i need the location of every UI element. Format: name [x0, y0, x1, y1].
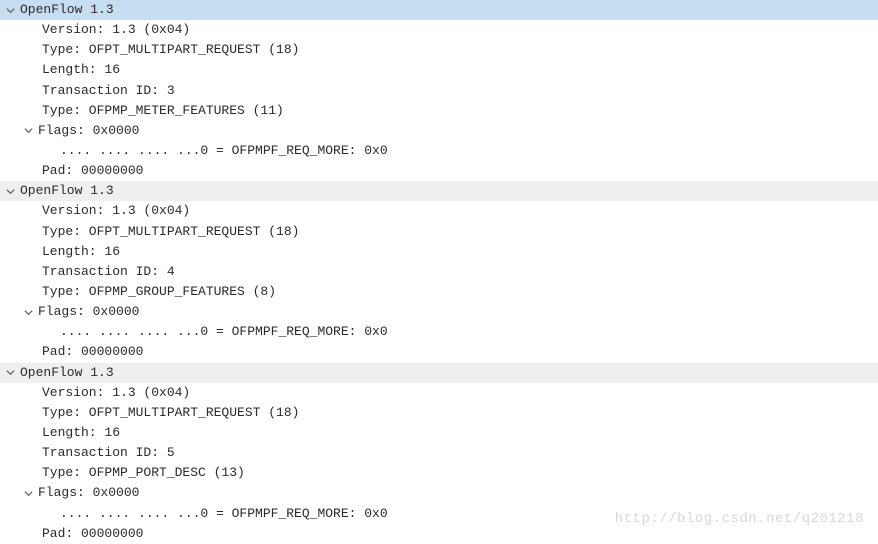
field-text: Type: OFPMP_GROUP_FEATURES (8): [42, 284, 276, 299]
field-length[interactable]: Length: 16: [0, 423, 878, 443]
field-version[interactable]: Version: 1.3 (0x04): [0, 383, 878, 403]
field-pad[interactable]: Pad: 00000000: [0, 161, 878, 181]
field-type[interactable]: Type: OFPT_MULTIPART_REQUEST (18): [0, 403, 878, 423]
packet-header-label: OpenFlow 1.3: [20, 0, 114, 20]
field-text: Version: 1.3 (0x04): [42, 22, 190, 37]
field-text: .... .... .... ...0 = OFPMPF_REQ_MORE: 0…: [60, 324, 388, 339]
field-length[interactable]: Length: 16: [0, 60, 878, 80]
field-text: Version: 1.3 (0x04): [42, 385, 190, 400]
field-multipart-type[interactable]: Type: OFPMP_PORT_DESC (13): [0, 463, 878, 483]
field-text: Flags: 0x0000: [38, 121, 139, 141]
packet-header[interactable]: OpenFlow 1.3: [0, 0, 878, 20]
field-text: Length: 16: [42, 244, 120, 259]
chevron-down-icon: [4, 187, 16, 196]
field-text: Length: 16: [42, 425, 120, 440]
field-text: Pad: 00000000: [42, 344, 143, 359]
field-length[interactable]: Length: 16: [0, 242, 878, 262]
field-text: Type: OFPMP_PORT_DESC (13): [42, 465, 245, 480]
chevron-down-icon: [22, 489, 34, 498]
field-type[interactable]: Type: OFPT_MULTIPART_REQUEST (18): [0, 222, 878, 242]
packet-header-label: OpenFlow 1.3: [20, 363, 114, 383]
chevron-down-icon: [4, 368, 16, 377]
chevron-down-icon: [22, 308, 34, 317]
field-text: Type: OFPMP_METER_FEATURES (11): [42, 103, 284, 118]
field-text: Transaction ID: 4: [42, 264, 175, 279]
chevron-down-icon: [22, 126, 34, 135]
field-pad[interactable]: Pad: 00000000: [0, 342, 878, 362]
field-text: Pad: 00000000: [42, 526, 143, 541]
field-version[interactable]: Version: 1.3 (0x04): [0, 20, 878, 40]
packet-header-label: OpenFlow 1.3: [20, 181, 114, 201]
field-text: Version: 1.3 (0x04): [42, 203, 190, 218]
field-flags[interactable]: Flags: 0x0000: [0, 121, 878, 141]
packet-header[interactable]: OpenFlow 1.3: [0, 363, 878, 383]
field-multipart-type[interactable]: Type: OFPMP_METER_FEATURES (11): [0, 101, 878, 121]
field-text: Transaction ID: 3: [42, 83, 175, 98]
field-transaction-id[interactable]: Transaction ID: 3: [0, 81, 878, 101]
packet-header[interactable]: OpenFlow 1.3: [0, 181, 878, 201]
field-text: .... .... .... ...0 = OFPMPF_REQ_MORE: 0…: [60, 143, 388, 158]
watermark-text: http://blog.csdn.net/q201218: [615, 511, 864, 527]
field-version[interactable]: Version: 1.3 (0x04): [0, 201, 878, 221]
field-text: Length: 16: [42, 62, 120, 77]
field-flags-detail[interactable]: .... .... .... ...0 = OFPMPF_REQ_MORE: 0…: [0, 322, 878, 342]
field-flags[interactable]: Flags: 0x0000: [0, 483, 878, 503]
field-flags-detail[interactable]: .... .... .... ...0 = OFPMPF_REQ_MORE: 0…: [0, 141, 878, 161]
field-text: .... .... .... ...0 = OFPMPF_REQ_MORE: 0…: [60, 506, 388, 521]
field-text: Type: OFPT_MULTIPART_REQUEST (18): [42, 224, 299, 239]
field-text: Flags: 0x0000: [38, 302, 139, 322]
field-text: Type: OFPT_MULTIPART_REQUEST (18): [42, 405, 299, 420]
field-text: Transaction ID: 5: [42, 445, 175, 460]
field-flags[interactable]: Flags: 0x0000: [0, 302, 878, 322]
field-text: Pad: 00000000: [42, 163, 143, 178]
field-text: Flags: 0x0000: [38, 483, 139, 503]
field-text: Type: OFPT_MULTIPART_REQUEST (18): [42, 42, 299, 57]
chevron-down-icon: [4, 6, 16, 15]
watermark: http://blog.csdn.net/q201218: [615, 509, 864, 531]
field-type[interactable]: Type: OFPT_MULTIPART_REQUEST (18): [0, 40, 878, 60]
field-transaction-id[interactable]: Transaction ID: 4: [0, 262, 878, 282]
field-transaction-id[interactable]: Transaction ID: 5: [0, 443, 878, 463]
field-multipart-type[interactable]: Type: OFPMP_GROUP_FEATURES (8): [0, 282, 878, 302]
